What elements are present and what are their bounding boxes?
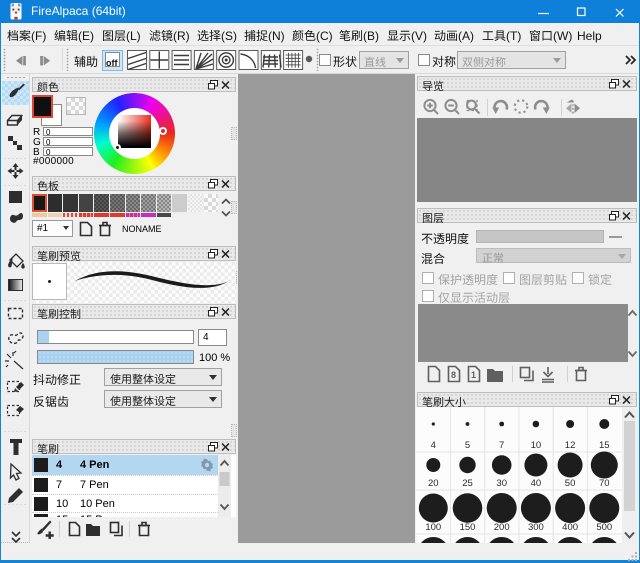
svg-text:150: 150 xyxy=(460,522,476,533)
svg-text:400: 400 xyxy=(562,522,578,533)
svg-text:4: 4 xyxy=(431,440,436,451)
svg-text:20: 20 xyxy=(428,478,439,489)
svg-text:25: 25 xyxy=(462,478,473,489)
svg-text:40: 40 xyxy=(531,478,542,489)
svg-text:200: 200 xyxy=(494,522,510,533)
svg-text:1: 1 xyxy=(471,370,476,380)
svg-text:300: 300 xyxy=(528,522,544,533)
svg-text:8: 8 xyxy=(451,370,456,380)
svg-text:10: 10 xyxy=(531,440,542,451)
svg-text:7: 7 xyxy=(499,440,504,451)
svg-text:100: 100 xyxy=(425,522,441,533)
svg-text:500: 500 xyxy=(596,522,612,533)
svg-text:5: 5 xyxy=(465,440,470,451)
svg-text:15: 15 xyxy=(599,440,610,451)
svg-text:30: 30 xyxy=(496,478,507,489)
svg-text:70: 70 xyxy=(599,478,610,489)
svg-text:50: 50 xyxy=(565,478,576,489)
svg-text:12: 12 xyxy=(565,440,576,451)
